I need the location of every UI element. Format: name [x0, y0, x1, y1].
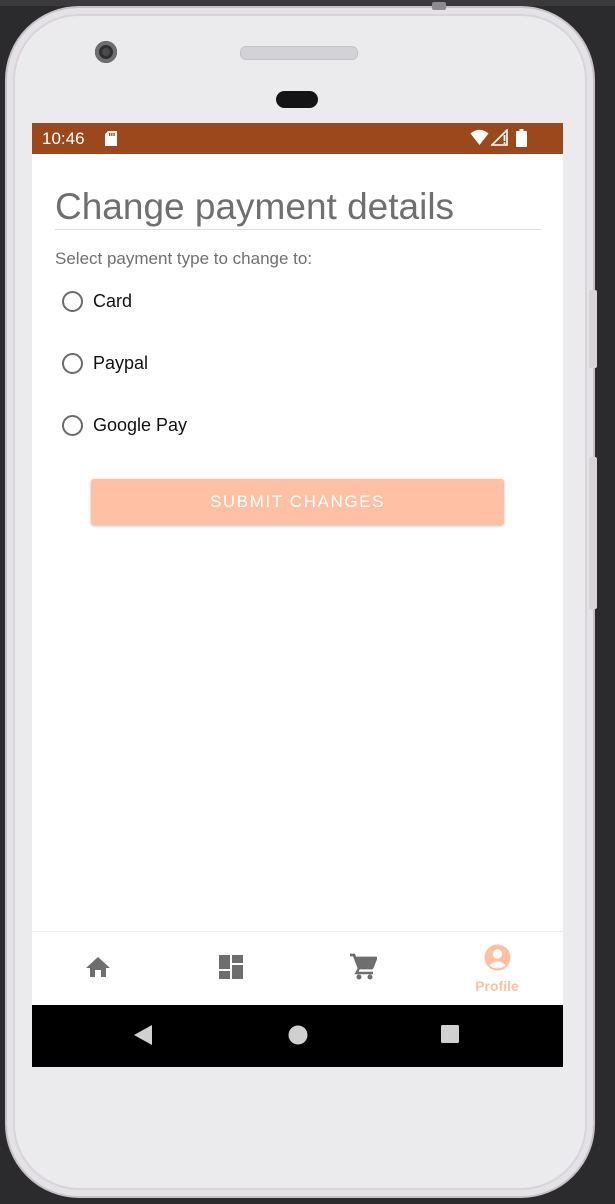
cart-icon	[349, 953, 378, 985]
radio-label: Card	[93, 290, 133, 311]
radio-option-google-pay[interactable]: Google Pay	[62, 410, 187, 440]
radio-option-paypal[interactable]: Paypal	[62, 348, 148, 378]
home-circle-icon[interactable]	[287, 1024, 309, 1051]
profile-icon	[484, 944, 511, 976]
phone-top-button	[432, 2, 446, 10]
wifi-icon	[470, 129, 489, 151]
home-icon	[85, 955, 111, 984]
sd-card-icon	[105, 131, 117, 151]
front-camera	[95, 41, 117, 63]
back-icon[interactable]	[133, 1024, 153, 1051]
nav-label-profile: Profile	[475, 978, 519, 994]
earpiece-speaker	[240, 46, 358, 60]
radio-button[interactable]	[62, 414, 83, 436]
battery-icon	[516, 129, 527, 152]
recents-icon[interactable]	[440, 1024, 460, 1049]
radio-label: Google Pay	[93, 414, 188, 435]
nav-item-dashboard[interactable]	[165, 932, 297, 1006]
payment-type-prompt: Select payment type to change to:	[55, 249, 313, 268]
bottom-navigation: Profile	[32, 931, 563, 1006]
radio-button[interactable]	[62, 352, 83, 374]
signal-icon	[490, 128, 509, 151]
radio-button[interactable]	[62, 290, 83, 312]
page-title: Change payment details	[55, 186, 455, 227]
system-navigation-bar	[32, 1005, 563, 1067]
proximity-sensor	[276, 91, 318, 108]
nav-item-home[interactable]	[32, 932, 164, 1006]
title-divider	[55, 229, 541, 230]
phone-volume-button	[589, 457, 597, 609]
phone-side-button	[589, 290, 597, 368]
status-time: 10:46	[42, 129, 85, 148]
nav-item-cart[interactable]	[297, 932, 429, 1006]
status-bar: 10:46	[32, 123, 563, 154]
phone-screen: 10:46 Change payment details Select paym…	[32, 123, 563, 1067]
radio-option-card[interactable]: Card	[62, 286, 132, 316]
dashboard-icon	[218, 954, 244, 985]
radio-label: Paypal	[93, 352, 149, 373]
nav-item-profile[interactable]: Profile	[431, 932, 563, 1006]
submit-changes-button[interactable]: SUBMIT CHANGES	[91, 479, 504, 525]
